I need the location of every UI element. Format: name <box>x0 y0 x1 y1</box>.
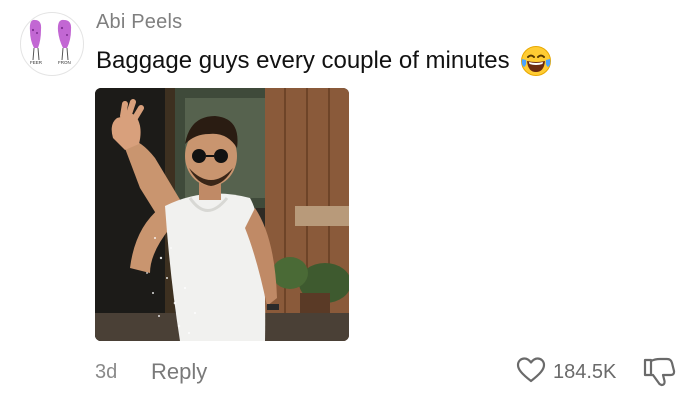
comment-author[interactable]: Abi Peels <box>96 11 182 34</box>
reply-button[interactable]: Reply <box>151 359 207 385</box>
comment-age: 3d <box>95 361 118 383</box>
avatar-image <box>29 19 72 61</box>
like-count: 184.5K <box>553 361 617 383</box>
laughing-with-tears-emoji-icon <box>520 45 552 77</box>
avatar[interactable]: FEER FRON <box>20 12 84 76</box>
heart-outline-icon[interactable] <box>516 356 546 389</box>
avatar-caption-left: FEER <box>30 60 43 65</box>
like-button[interactable]: 184.5K <box>516 356 616 389</box>
comment-text: Baggage guys every couple of minutes <box>96 47 510 74</box>
thumbs-down-outline-icon[interactable] <box>642 356 676 388</box>
comment-attachment-image[interactable] <box>95 88 349 341</box>
comment-body: Baggage guys every couple of minutes <box>96 44 552 78</box>
avatar-caption-right: FRON <box>58 60 71 65</box>
